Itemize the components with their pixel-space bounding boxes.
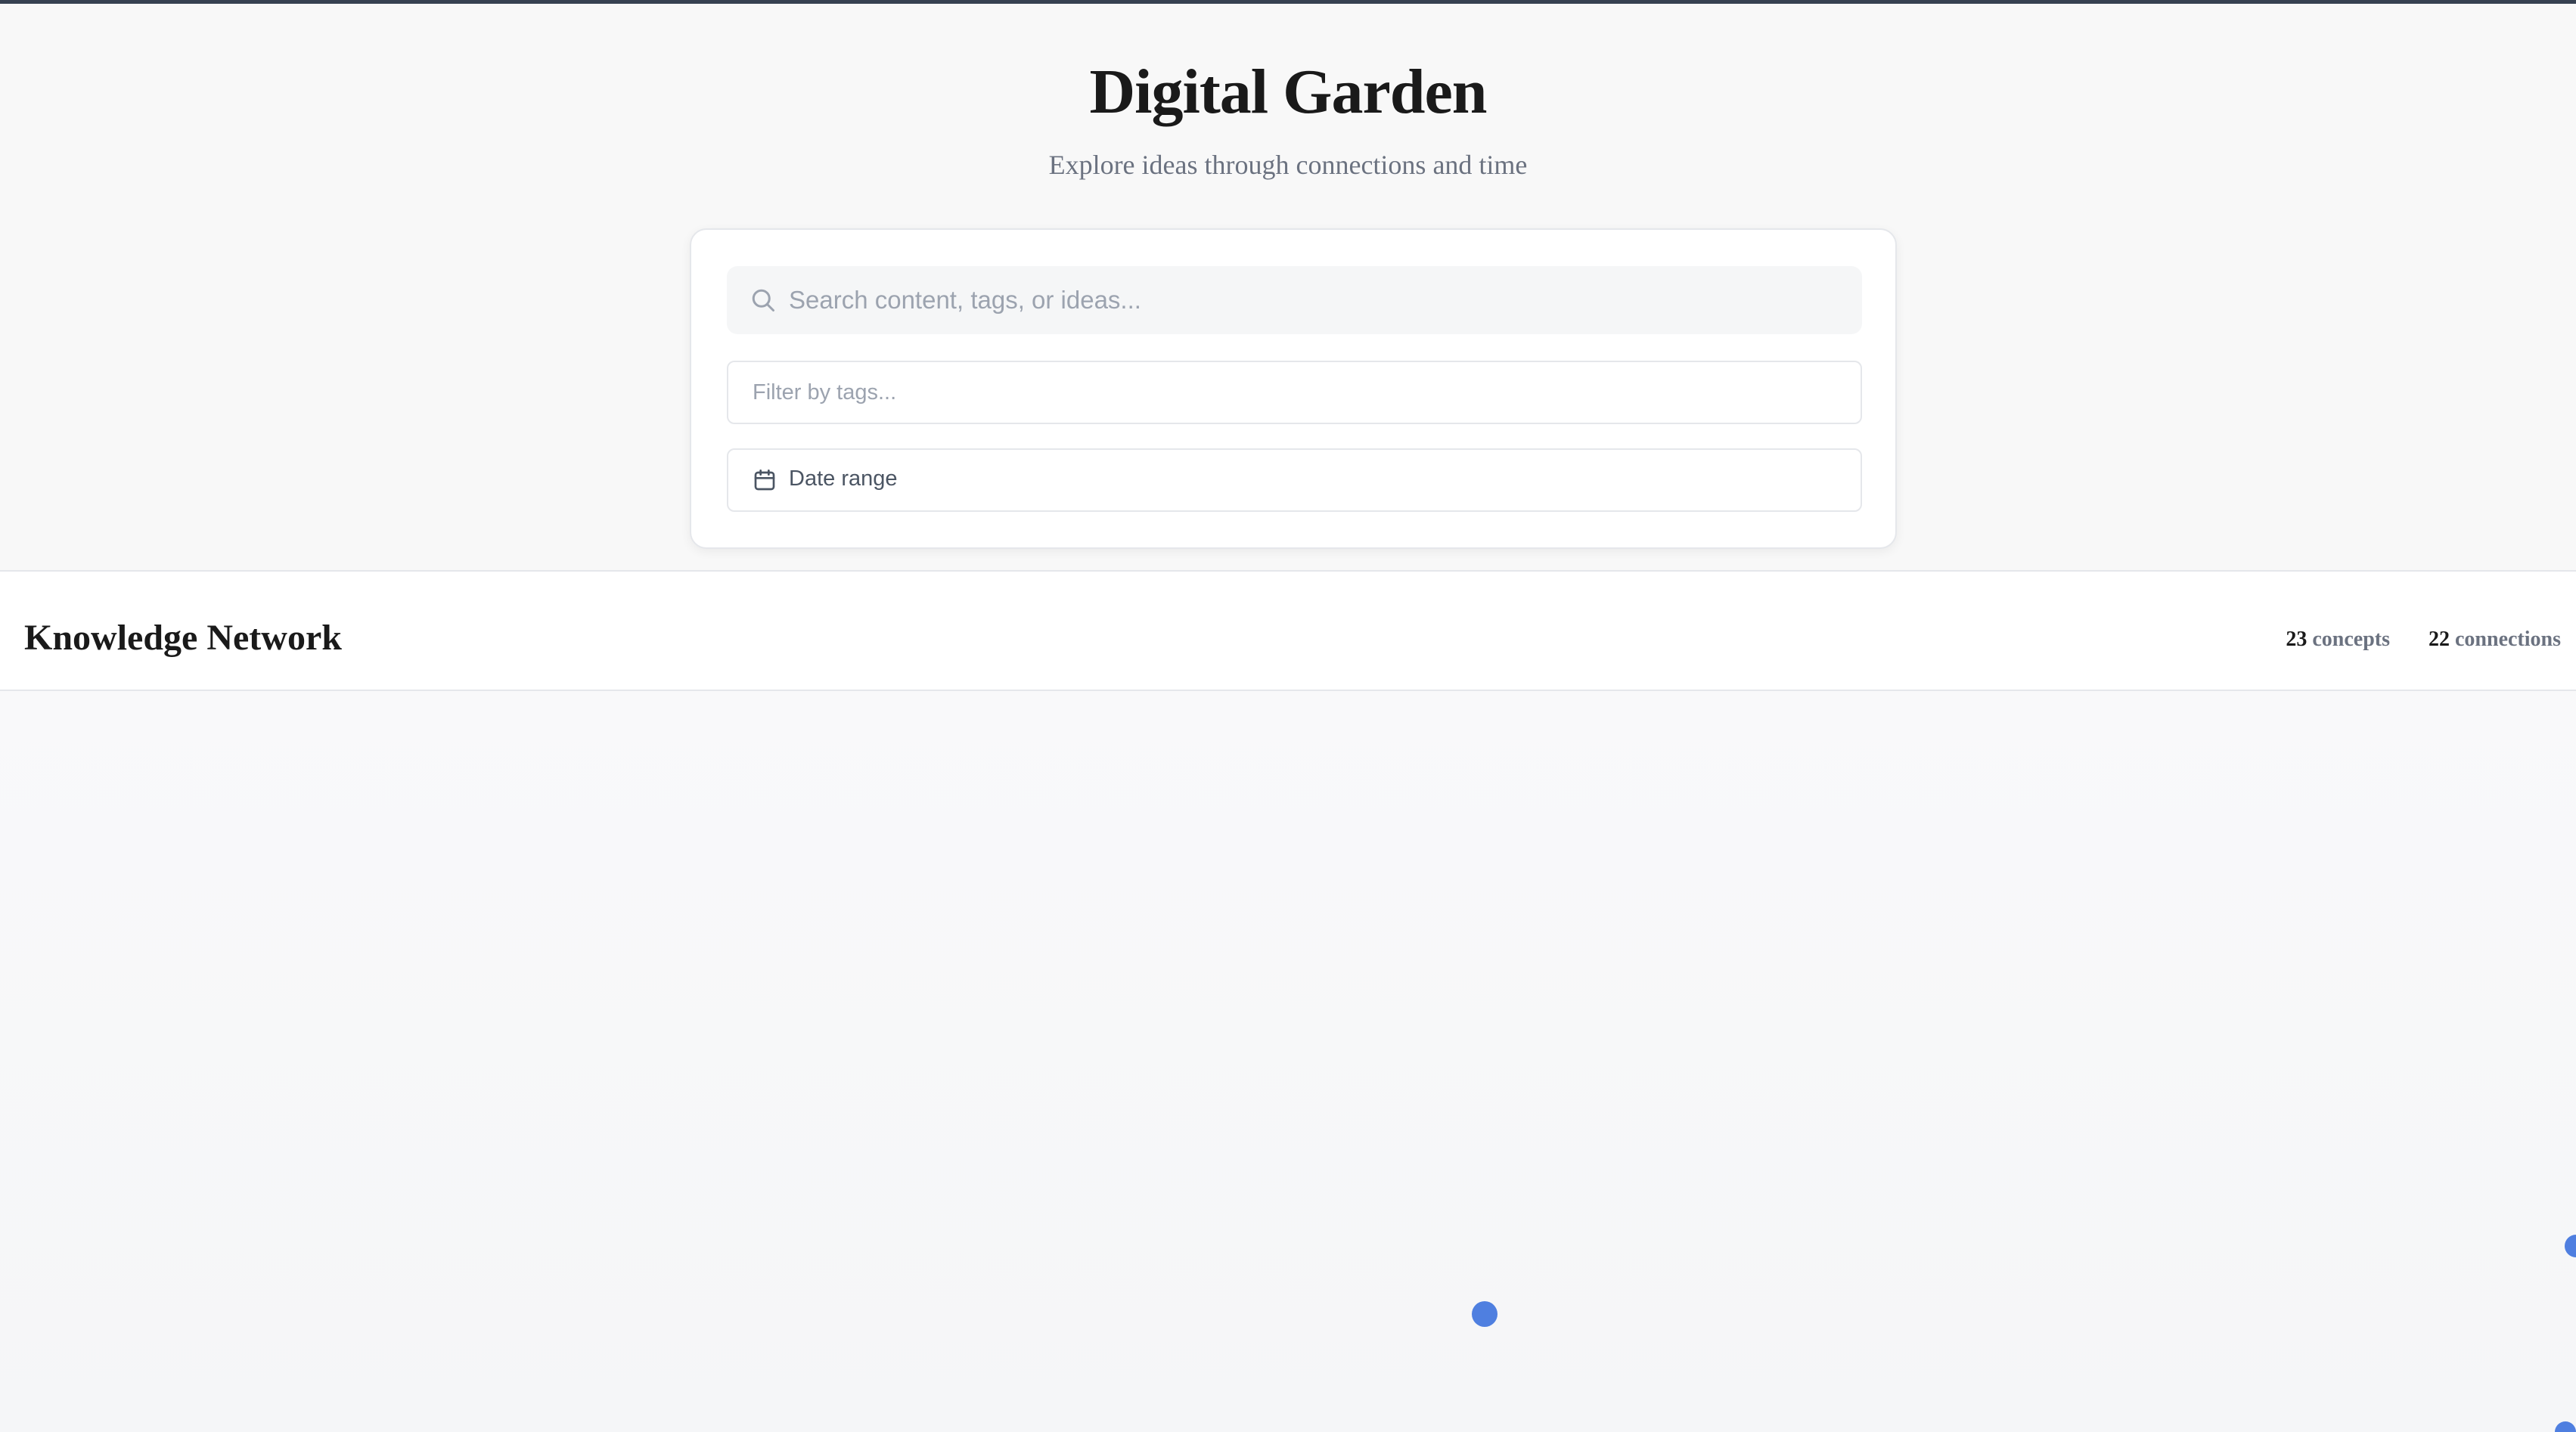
search-icon <box>752 289 774 312</box>
network-node[interactable] <box>2555 1421 2576 1432</box>
network-header: Knowledge Network 23 concepts 22 connect… <box>0 572 2576 691</box>
calendar-icon <box>754 470 775 491</box>
connections-stat: 22 connections <box>2429 628 2561 652</box>
page-title: Digital Garden <box>1089 57 1488 127</box>
date-range-label: Date range <box>789 466 898 491</box>
tag-filter-input[interactable] <box>753 362 1842 423</box>
filter-panel: Date range <box>690 228 1897 549</box>
connections-count: 22 <box>2429 628 2450 651</box>
date-range-button[interactable]: Date range <box>727 448 1862 512</box>
concepts-count: 23 <box>2286 628 2308 651</box>
concepts-label: concepts <box>2312 628 2390 651</box>
concepts-stat: 23 concepts <box>2286 628 2390 652</box>
page-header: Digital Garden Explore ideas through con… <box>0 4 2576 571</box>
network-graph[interactable] <box>0 691 2576 1432</box>
knowledge-network-canvas[interactable] <box>0 691 2576 1432</box>
network-title: Knowledge Network <box>24 618 342 658</box>
page-subtitle: Explore ideas through connections and ti… <box>1048 150 1528 180</box>
connections-label: connections <box>2455 628 2561 651</box>
search-box[interactable] <box>727 266 1862 334</box>
search-input[interactable] <box>789 266 1848 334</box>
network-node[interactable] <box>1472 1301 1497 1327</box>
network-stats: 23 concepts 22 connections <box>2252 628 2561 652</box>
network-node[interactable] <box>2565 1235 2576 1257</box>
tag-filter-field[interactable] <box>727 361 1862 424</box>
